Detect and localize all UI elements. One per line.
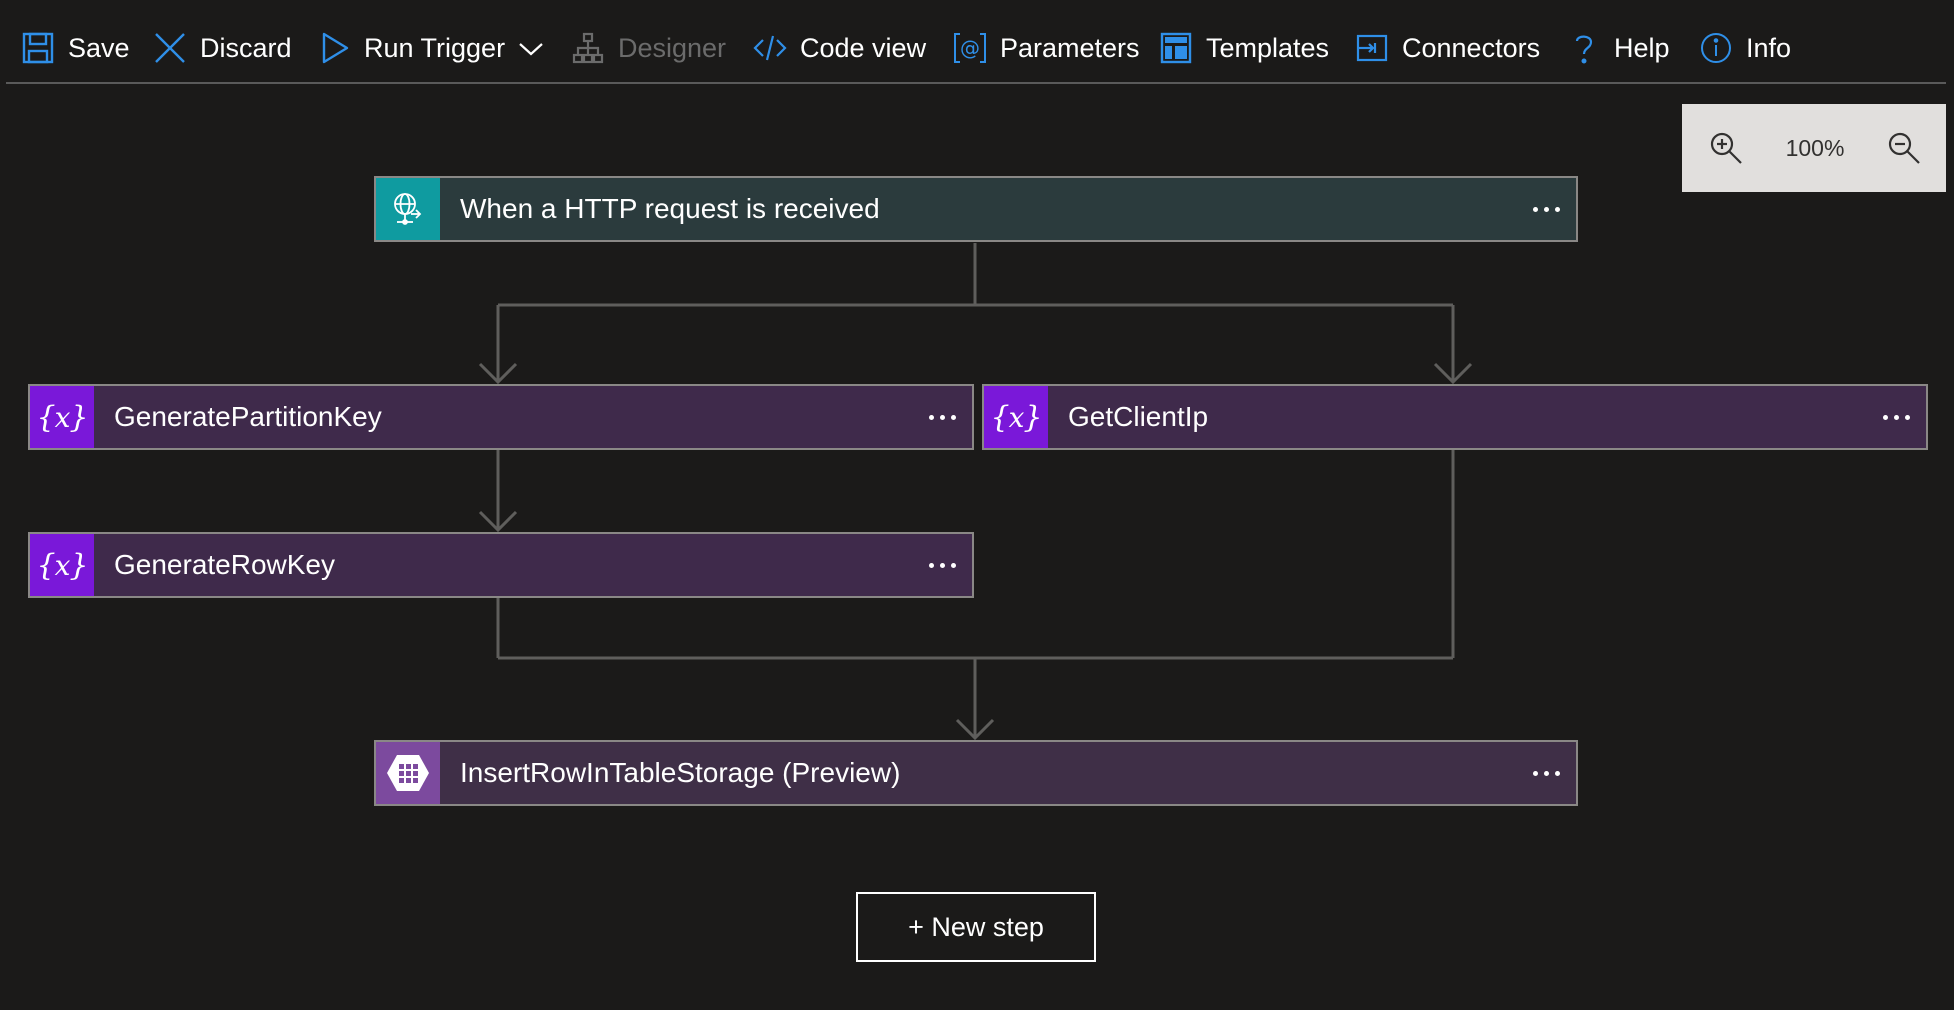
- trigger-title: When a HTTP request is received: [460, 193, 880, 224]
- designer-button[interactable]: Designer: [570, 22, 726, 74]
- connectors-button[interactable]: Connectors: [1354, 22, 1540, 74]
- zoom-in-button[interactable]: [1704, 126, 1748, 170]
- action-title: InsertRowInTableStorage (Preview): [460, 757, 901, 788]
- help-icon: [1566, 30, 1602, 66]
- logic-app-designer: Save Discard Run Trigger Designer Code v…: [0, 0, 1954, 1010]
- trigger-card-http-request[interactable]: When a HTTP request is received: [374, 176, 1578, 242]
- close-icon: [152, 30, 188, 66]
- svg-text:@: @: [960, 36, 980, 60]
- code-icon: [752, 30, 788, 66]
- save-button[interactable]: Save: [20, 22, 130, 74]
- zoom-in-icon: [1708, 130, 1744, 166]
- zoom-out-button[interactable]: [1882, 126, 1926, 170]
- run-trigger-button[interactable]: Run Trigger: [316, 22, 545, 74]
- connectors-icon: [1354, 30, 1390, 66]
- connectors-label: Connectors: [1402, 32, 1541, 63]
- help-label: Help: [1614, 32, 1670, 63]
- action-card-get-client-ip[interactable]: {x} GetClientIp: [982, 384, 1928, 450]
- zoom-level: 100%: [1785, 134, 1845, 161]
- discard-label: Discard: [200, 32, 292, 63]
- table-storage-icon: [376, 742, 440, 804]
- info-button[interactable]: Info: [1698, 22, 1791, 74]
- designer-label: Designer: [618, 32, 727, 63]
- templates-icon: [1158, 30, 1194, 66]
- card-menu-button[interactable]: [1516, 743, 1576, 803]
- new-step-button[interactable]: + New step: [856, 892, 1096, 962]
- chevron-down-icon[interactable]: [517, 30, 545, 66]
- variable-icon: {x}: [984, 386, 1048, 448]
- card-menu-button[interactable]: [1866, 387, 1926, 447]
- parameters-button[interactable]: @ Parameters: [952, 22, 1140, 74]
- code-view-button[interactable]: Code view: [752, 22, 926, 74]
- org-chart-icon: [570, 30, 606, 66]
- action-title: GetClientIp: [1068, 401, 1209, 432]
- variable-icon: {x}: [30, 534, 94, 596]
- designer-toolbar: Save Discard Run Trigger Designer Code v…: [0, 0, 1954, 94]
- action-card-insert-row[interactable]: InsertRowInTableStorage (Preview): [374, 740, 1578, 806]
- discard-button[interactable]: Discard: [152, 22, 292, 74]
- run-trigger-label: Run Trigger: [364, 32, 506, 63]
- help-button[interactable]: Help: [1566, 22, 1670, 74]
- card-menu-button[interactable]: [1516, 179, 1576, 239]
- code-view-label: Code view: [800, 32, 927, 63]
- save-label: Save: [68, 32, 130, 63]
- info-label: Info: [1746, 32, 1792, 63]
- play-icon: [316, 30, 352, 66]
- toolbar-divider: [6, 82, 1946, 84]
- variable-icon: {x}: [30, 386, 94, 448]
- action-card-generate-row-key[interactable]: {x} GenerateRowKey: [28, 532, 974, 598]
- action-title: GeneratePartitionKey: [114, 401, 382, 432]
- zoom-out-icon: [1886, 130, 1922, 166]
- templates-label: Templates: [1206, 32, 1330, 63]
- info-icon: [1698, 30, 1734, 66]
- action-card-generate-partition-key[interactable]: {x} GeneratePartitionKey: [28, 384, 974, 450]
- card-menu-button[interactable]: [912, 387, 972, 447]
- http-request-icon: [376, 178, 440, 240]
- card-menu-button[interactable]: [912, 535, 972, 595]
- parameters-label: Parameters: [1000, 32, 1140, 63]
- templates-button[interactable]: Templates: [1158, 22, 1329, 74]
- parameters-icon: @: [952, 30, 988, 66]
- action-title: GenerateRowKey: [114, 549, 336, 580]
- zoom-controls: 100%: [1682, 104, 1946, 192]
- save-icon: [20, 30, 56, 66]
- flow-connectors: [478, 243, 1473, 741]
